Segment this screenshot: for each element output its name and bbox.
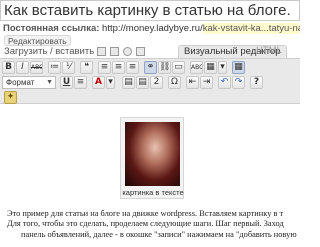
remove-format-button[interactable]: 2	[150, 76, 163, 89]
permalink-slug[interactable]: kak-vstavit-ka...tatyu-na-bloge/	[202, 23, 300, 34]
indent-button[interactable]: ⇥	[200, 76, 213, 89]
permalink-label: Постоянная ссылка:	[3, 23, 100, 34]
remove-link-button[interactable]: ⛓	[158, 61, 171, 74]
audio-upload-icon[interactable]	[123, 47, 132, 56]
video-upload-icon[interactable]	[110, 47, 119, 56]
bold-button[interactable]: B	[2, 61, 15, 74]
plugin-button[interactable]: ✦	[4, 91, 17, 104]
inserted-image[interactable]	[125, 122, 180, 186]
text-color-button[interactable]: A	[92, 76, 105, 89]
media-upload-icon[interactable]	[136, 47, 145, 56]
italic-button[interactable]: I	[16, 61, 29, 74]
format-select-value: Формат	[6, 78, 35, 87]
spellcheck-dropdown[interactable]: ▾	[218, 61, 227, 74]
justify-button[interactable]: ≡	[74, 76, 87, 89]
image-caption: картинка в тексте	[122, 188, 184, 197]
spellcheck-button[interactable]: ABC	[190, 61, 203, 74]
permalink-url[interactable]: http://money.ladybye.ru/	[102, 23, 203, 34]
image-upload-icon[interactable]	[97, 47, 106, 56]
text-color-dropdown[interactable]: ▾	[106, 76, 115, 89]
format-select[interactable]: Формат ▼	[2, 76, 56, 89]
underline-button[interactable]: U	[60, 76, 73, 89]
upload-insert-label: Загрузить / вставить	[4, 46, 95, 57]
paragraph-line: Для того, чтобы это сделать, проделаем с…	[7, 219, 284, 229]
numbered-list-button[interactable]: ⅟	[62, 61, 75, 74]
help-button[interactable]: ?	[250, 76, 263, 89]
outdent-button[interactable]: ⇤	[186, 76, 199, 89]
kitchen-sink-button[interactable]: ▦	[232, 61, 245, 74]
insert-more-button[interactable]: ▭	[172, 61, 185, 74]
align-right-button[interactable]: ≡	[126, 61, 139, 74]
post-title-input[interactable]: Как вставить картинку в статью на блоге.	[0, 0, 300, 21]
image-caption-box[interactable]: картинка в тексте	[120, 117, 184, 199]
paste-word-button[interactable]: ▤	[136, 76, 149, 89]
align-left-button[interactable]: ≡	[98, 61, 111, 74]
tab-html[interactable]: HTML	[252, 45, 286, 58]
insert-link-button[interactable]: ⚭	[144, 61, 157, 74]
permalink-row: Постоянная ссылка: http://money.ladybye.…	[0, 22, 300, 36]
bullet-list-button[interactable]: ≔	[48, 61, 61, 74]
fullscreen-button[interactable]: ▦	[204, 61, 217, 74]
post-body-text: Это пример для статьи на блоге на движке…	[7, 209, 297, 240]
strikethrough-button[interactable]: ABC	[30, 61, 43, 74]
paragraph-line: Это пример для статьи на блоге на движке…	[7, 209, 284, 218]
blockquote-button[interactable]: ❝	[80, 61, 93, 74]
chevron-down-icon: ▼	[46, 79, 53, 86]
redo-button[interactable]: ↷	[232, 76, 245, 89]
align-center-button[interactable]: ≡	[112, 61, 125, 74]
special-chars-button[interactable]: Ω	[168, 76, 181, 89]
editor-header: Загрузить / вставить Визуальный редактор…	[0, 45, 300, 58]
paste-text-button[interactable]: ▤	[122, 76, 135, 89]
paragraph-line: панель объявлений, далее - в окошке "зап…	[21, 229, 297, 239]
editor-toolbar: B I ABC ≔ ⅟ ❝ ≡ ≡ ≡ ⚭ ⛓ ▭ ABC ▦ ▾ ▦ Форм…	[0, 58, 300, 104]
editor-content[interactable]: картинка в тексте Это пример для статьи …	[0, 105, 300, 247]
undo-button[interactable]: ↶	[218, 76, 231, 89]
